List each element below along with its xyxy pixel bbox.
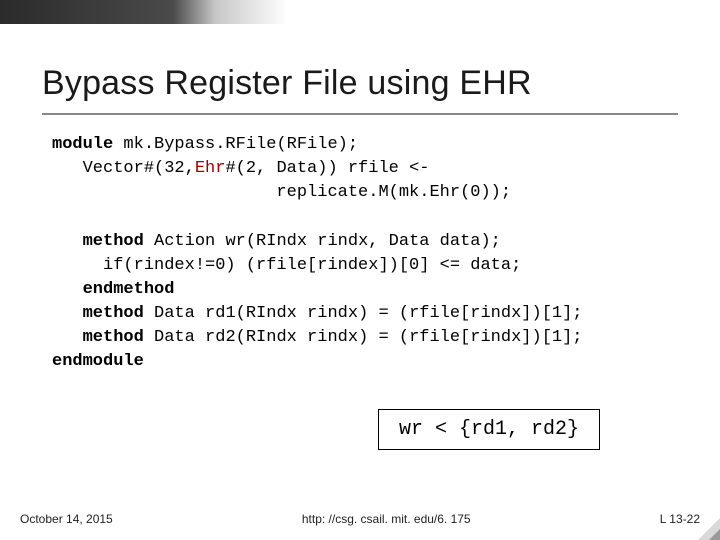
- slide-title: Bypass Register File using EHR: [42, 64, 678, 113]
- code-text: if(rindex!=0) (rfile[rindex])[0] <= data…: [52, 256, 521, 275]
- title-bar-gradient: [0, 0, 720, 24]
- code-text: [52, 232, 83, 251]
- code-block: module mk.Bypass.RFile(RFile); Vector#(3…: [52, 133, 678, 374]
- code-text: Action wr(RIndx rindx, Data data);: [144, 232, 501, 251]
- code-text: Data rd2(RIndx rindx) = (rfile[rindx])[1…: [144, 328, 583, 347]
- kw-endmodule: endmodule: [52, 352, 144, 371]
- kw-endmethod: endmethod: [83, 280, 175, 299]
- slide-body: Bypass Register File using EHR module mk…: [0, 24, 720, 540]
- folded-corner-icon: [698, 518, 720, 540]
- kw-module: module: [52, 135, 113, 154]
- kw-method: method: [83, 304, 144, 323]
- code-text: #(2, Data)) rfile <-: [225, 159, 429, 178]
- type-ehr: Ehr: [195, 159, 226, 178]
- code-text: Vector#(32,: [52, 159, 195, 178]
- code-text: replicate.M(mk.Ehr(0));: [52, 183, 511, 202]
- ordering-callout: wr < {rd1, rd2}: [378, 409, 600, 450]
- footer-url: http: //csg. csail. mit. edu/6. 175: [302, 512, 471, 526]
- code-text: mk.Bypass.RFile(RFile);: [113, 135, 358, 154]
- footer-slide-number: L 13-22: [660, 512, 700, 526]
- kw-method: method: [83, 328, 144, 347]
- code-text: [52, 304, 83, 323]
- code-text: [52, 280, 83, 299]
- kw-method: method: [83, 232, 144, 251]
- footer-date: October 14, 2015: [20, 512, 113, 526]
- slide-footer: October 14, 2015 http: //csg. csail. mit…: [0, 512, 720, 526]
- title-underline: [42, 113, 678, 115]
- code-text: Data rd1(RIndx rindx) = (rfile[rindx])[1…: [144, 304, 583, 323]
- code-text: [52, 328, 83, 347]
